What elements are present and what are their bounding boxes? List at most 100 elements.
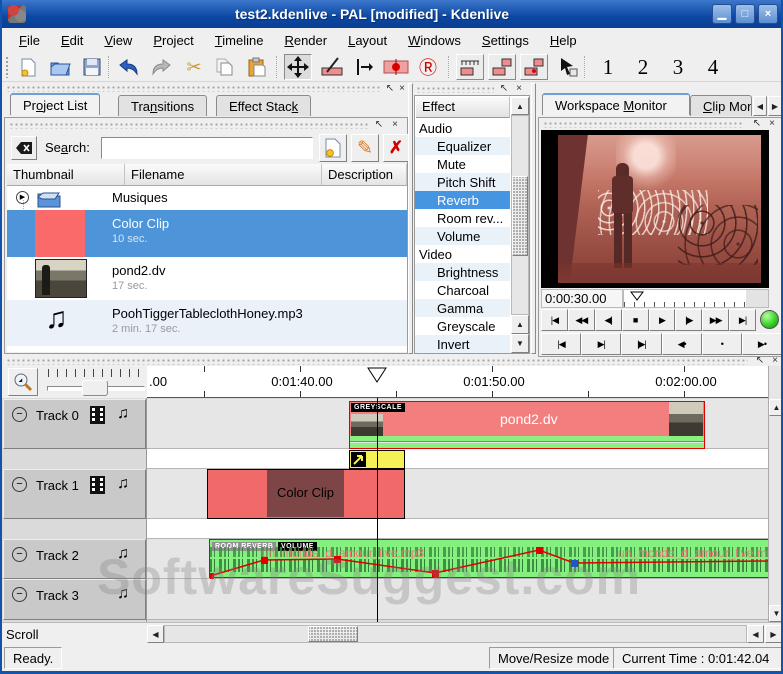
effect-item-charcoal[interactable]: Charcoal	[415, 281, 510, 299]
go-to-start-button[interactable]: |◀	[541, 309, 568, 331]
menu-edit[interactable]: Edit	[52, 31, 95, 50]
monitor-record-button[interactable]	[760, 310, 779, 329]
timeline-view-4-button[interactable]: 4	[699, 54, 727, 80]
open-project-button[interactable]	[46, 54, 74, 80]
menu-layout[interactable]: Layout	[339, 31, 399, 50]
redo-button[interactable]	[148, 54, 176, 80]
cut-button[interactable]: ✂	[180, 54, 208, 80]
effect-item-greyscale[interactable]: Greyscale	[415, 317, 510, 335]
undo-button[interactable]	[114, 54, 142, 80]
list-item-musiques[interactable]: ▶ Musiques	[7, 186, 407, 210]
playhead-marker[interactable]	[367, 367, 388, 384]
fast-forward-button[interactable]: ▶▶	[702, 309, 730, 331]
snap-to-ruler-button[interactable]	[456, 54, 484, 80]
menu-project[interactable]: Project	[144, 31, 205, 50]
menu-settings[interactable]: Settings	[473, 31, 541, 50]
project-inner-handle[interactable]	[9, 122, 369, 129]
snap-to-marker-button[interactable]	[520, 54, 548, 80]
effect-group-video[interactable]: Video	[415, 245, 510, 263]
clear-search-button[interactable]	[11, 136, 37, 160]
timeline-scroll-up-button[interactable]: ▲	[769, 399, 781, 416]
toolbar-drag-handle[interactable]	[5, 56, 9, 78]
timeline-view-2-button[interactable]: 2	[629, 54, 657, 80]
project-dock-close-button[interactable]: ×	[396, 83, 408, 95]
collapse-track-icon[interactable]: −	[12, 477, 27, 492]
monitor-timecode[interactable]: 0:00:30.00	[541, 289, 623, 308]
track-header-1[interactable]: − Track 1 ♫	[3, 469, 146, 519]
timeline-ruler[interactable]: .00 0:01:40.00 0:01:50.00 0:02:00.00	[147, 366, 768, 398]
clip-pond2[interactable]: GREYSCALE pond2.dv	[349, 401, 705, 449]
tab-workspace-monitor[interactable]: Workspace Monitor	[542, 93, 690, 115]
hscrollbar-track[interactable]	[164, 625, 747, 643]
tab-clip-monitor[interactable]: Clip Mon	[690, 95, 752, 116]
effect-item-volume[interactable]: Volume	[415, 227, 510, 245]
hscroll-right-button[interactable]: ▶	[765, 625, 781, 643]
menu-render[interactable]: Render	[275, 31, 339, 50]
copy-button[interactable]	[210, 54, 238, 80]
effect-item-pitch-shift[interactable]: Pitch Shift	[415, 173, 510, 191]
add-clip-button[interactable]	[319, 134, 347, 162]
edit-clip-button[interactable]: ✎	[351, 134, 379, 162]
rewind-button[interactable]: ◀◀	[567, 309, 595, 331]
list-item-pond2[interactable]: pond2.dv 17 sec.	[7, 257, 407, 300]
effect-item-gamma[interactable]: Gamma	[415, 299, 510, 317]
timeline-scroll-down-button[interactable]: ▼	[769, 605, 781, 622]
set-marker-button[interactable]: •	[701, 333, 742, 355]
column-thumbnail[interactable]: Thumbnail	[7, 164, 125, 186]
set-zone-start-button[interactable]: ◀•	[661, 333, 702, 355]
effect-dock-handle[interactable]	[416, 86, 494, 93]
stop-button[interactable]: ■	[621, 309, 649, 331]
column-description[interactable]: Description	[322, 164, 407, 186]
menu-windows[interactable]: Windows	[399, 31, 473, 50]
menu-view[interactable]: View	[95, 31, 144, 50]
effect-item-invert[interactable]: Invert	[415, 335, 510, 353]
effect-scroll-down-button[interactable]: ▼	[511, 334, 529, 353]
tab-project-list[interactable]: Project List	[10, 93, 101, 115]
timeline-vscrollbar[interactable]: ▲ ▼	[768, 366, 781, 622]
column-filename[interactable]: Filename	[125, 164, 322, 186]
snap-to-clip-button[interactable]	[488, 54, 516, 80]
select-tool-button[interactable]	[554, 54, 582, 80]
effect-dock-undock-button[interactable]: ↖	[498, 83, 510, 95]
frame-back-button[interactable]: ◀|	[594, 309, 622, 331]
record-button[interactable]: Ⓡ	[414, 54, 442, 80]
tab-scroll-left-button[interactable]: ◀	[753, 96, 767, 116]
close-button[interactable]: ×	[758, 4, 778, 24]
play-button[interactable]: ▶	[648, 309, 676, 331]
track-header-0[interactable]: − Track 0 ♫	[3, 399, 146, 449]
timeline-view-1-button[interactable]: 1	[594, 54, 622, 80]
effect-column-header[interactable]: Effect	[416, 97, 510, 118]
play-zone-button[interactable]: |▶|	[621, 333, 662, 355]
spacer-tool-button[interactable]	[350, 54, 378, 80]
tab-transitions[interactable]: Transitions	[118, 95, 208, 116]
menu-timeline[interactable]: Timeline	[206, 31, 276, 50]
collapse-track-icon[interactable]: −	[12, 407, 27, 422]
effect-item-equalizer[interactable]: Equalizer	[415, 137, 510, 155]
inner-close-button[interactable]: ×	[389, 119, 401, 131]
title-bar[interactable]: test2.kdenlive - PAL [modified] - Kdenli…	[2, 0, 781, 28]
maximize-button[interactable]: □	[735, 4, 755, 24]
monitor-dock-handle[interactable]	[543, 121, 743, 128]
effect-dock-close-button[interactable]: ×	[513, 83, 525, 95]
timeline-dock-handle[interactable]	[6, 358, 748, 365]
hscroll-left-button[interactable]: ◀	[147, 625, 164, 643]
effect-group-audio[interactable]: Audio	[415, 119, 510, 137]
marker-button[interactable]	[382, 54, 410, 80]
zone-start-button[interactable]: |◀	[541, 333, 582, 355]
zone-end-button[interactable]: ▶|	[581, 333, 622, 355]
inner-undock-button[interactable]: ↖	[373, 119, 385, 131]
frame-forward-button[interactable]: |▶	[675, 309, 703, 331]
minimize-button[interactable]: ▁	[712, 4, 732, 24]
effect-item-room-reverb[interactable]: Room rev...	[415, 209, 510, 227]
move-tool-button[interactable]	[284, 54, 312, 80]
project-dock-undock-button[interactable]: ↖	[384, 83, 396, 95]
monitor-close-button[interactable]: ×	[766, 118, 778, 130]
menu-help[interactable]: Help	[541, 31, 589, 50]
transition-row-0[interactable]	[147, 449, 768, 469]
razor-tool-button[interactable]	[318, 54, 346, 80]
expander-icon[interactable]: ▶	[16, 191, 29, 204]
project-dock-handle[interactable]	[6, 85, 382, 92]
effect-item-reverb[interactable]: Reverb	[415, 191, 510, 209]
list-item-color-clip[interactable]: Color Clip 10 sec.	[7, 210, 407, 257]
new-document-button[interactable]	[14, 54, 42, 80]
